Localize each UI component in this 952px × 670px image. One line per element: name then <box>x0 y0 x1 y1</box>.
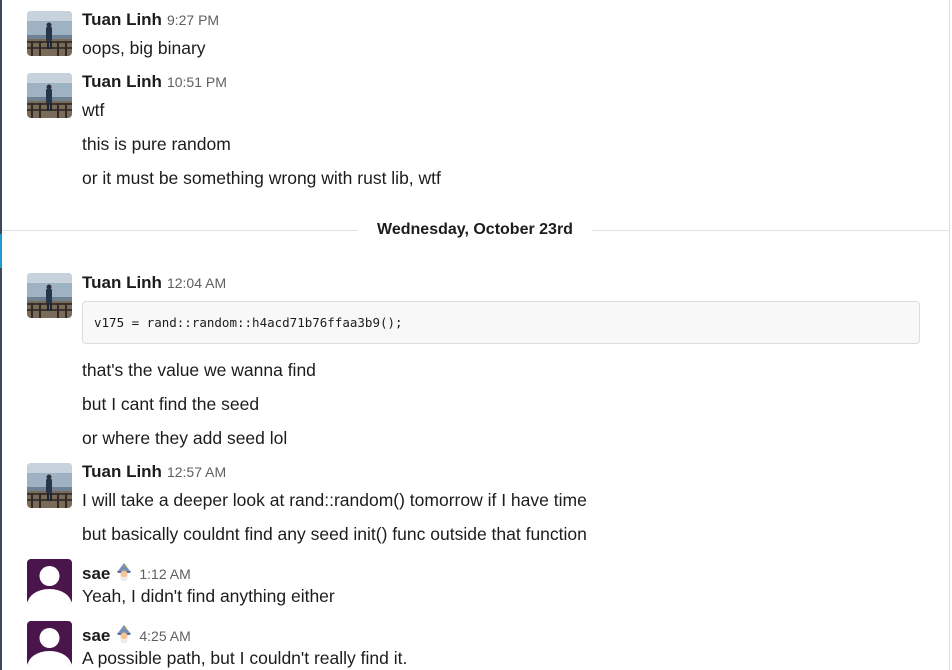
message-header: Tuan Linh 12:04 AM <box>82 273 226 295</box>
message-text: I will take a deeper look at rand::rando… <box>82 490 587 510</box>
mage-icon[interactable] <box>114 562 134 582</box>
scrollbar-track[interactable] <box>949 0 950 670</box>
avatar[interactable] <box>27 11 72 56</box>
author-name[interactable]: sae <box>82 626 110 646</box>
message-text: but basically couldnt find any seed init… <box>82 524 587 544</box>
avatar[interactable] <box>27 273 72 318</box>
author-name[interactable]: Tuan Linh <box>82 72 162 92</box>
message-text: but I cant find the seed <box>82 394 260 414</box>
message-header: Tuan Linh 12:57 AM <box>82 462 226 484</box>
message-header: Tuan Linh 9:27 PM <box>82 10 219 32</box>
avatar[interactable] <box>27 621 72 666</box>
window-left-edge <box>0 0 2 670</box>
author-name[interactable]: Tuan Linh <box>82 10 162 30</box>
sidebar-active-accent <box>0 234 2 268</box>
message-header: sae 4:25 AM <box>82 621 191 646</box>
mage-icon[interactable] <box>114 624 134 644</box>
timestamp[interactable]: 10:51 PM <box>167 74 227 90</box>
timestamp[interactable]: 4:25 AM <box>139 628 190 644</box>
message-text: or where they add seed lol <box>82 428 288 448</box>
author-name[interactable]: sae <box>82 564 110 584</box>
message-text: oops, big binary <box>82 38 206 58</box>
avatar[interactable] <box>27 463 72 508</box>
code-block: v175 = rand::random::h4acd71b76ffaa3b9()… <box>82 301 920 344</box>
message-text: or it must be something wrong with rust … <box>82 168 441 188</box>
author-name[interactable]: Tuan Linh <box>82 462 162 482</box>
timestamp[interactable]: 1:12 AM <box>139 566 190 582</box>
author-name[interactable]: Tuan Linh <box>82 273 162 293</box>
message-header: Tuan Linh 10:51 PM <box>82 72 227 94</box>
timestamp[interactable]: 9:27 PM <box>167 12 219 28</box>
timestamp[interactable]: 12:57 AM <box>167 464 226 480</box>
message-text: A possible path, but I couldn't really f… <box>82 648 408 668</box>
message-text: Yeah, I didn't find anything either <box>82 586 335 606</box>
avatar[interactable] <box>27 73 72 118</box>
message-text: that's the value we wanna find <box>82 360 316 380</box>
message-text: this is pure random <box>82 134 231 154</box>
date-divider-label[interactable]: Wednesday, October 23rd <box>358 218 592 242</box>
message-text: wtf <box>82 100 105 120</box>
avatar[interactable] <box>27 559 72 604</box>
timestamp[interactable]: 12:04 AM <box>167 275 226 291</box>
message-header: sae 1:12 AM <box>82 559 191 584</box>
